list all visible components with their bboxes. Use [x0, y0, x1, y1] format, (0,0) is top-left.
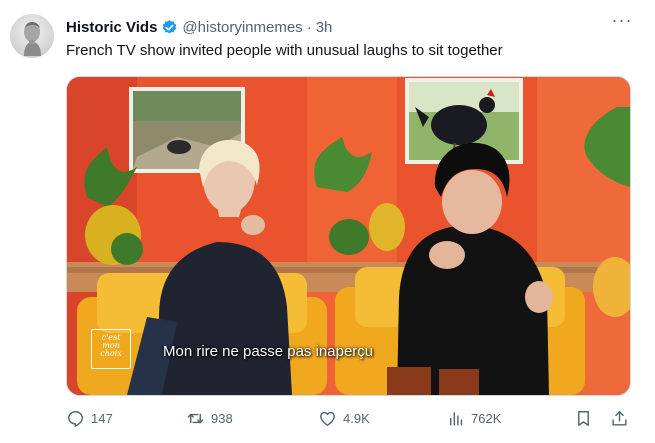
repost-count: 938	[211, 410, 233, 426]
more-options-icon[interactable]: ···	[611, 11, 633, 36]
reply-button[interactable]: 147	[66, 406, 113, 430]
bookmark-button[interactable]	[574, 406, 593, 430]
video-subtitle: Mon rire ne passe pas inaperçu	[163, 343, 374, 360]
display-name[interactable]: Historic Vids	[66, 19, 157, 36]
views-button[interactable]: 762K	[446, 406, 501, 430]
action-bar: 147 938 4.9K 762K	[66, 406, 632, 430]
handle[interactable]: @historyinmemes	[182, 19, 302, 36]
timestamp[interactable]: 3h	[316, 19, 333, 36]
verified-badge-icon	[161, 19, 178, 36]
reply-icon	[68, 410, 83, 427]
like-count: 4.9K	[343, 410, 370, 426]
repost-icon	[187, 413, 204, 423]
separator-dot: ·	[306, 18, 312, 36]
channel-logo: c'est mon choix	[91, 329, 131, 369]
avatar[interactable]	[10, 14, 54, 58]
share-button[interactable]	[610, 406, 629, 430]
bookmark-icon	[578, 410, 589, 426]
logo-line: choix	[100, 349, 122, 358]
heart-icon	[320, 411, 335, 426]
tweet-media-video[interactable]: c'est mon choix Mon rire ne passe pas in…	[66, 76, 631, 396]
tweet-header: Historic Vids @historyinmemes · 3h	[66, 16, 332, 38]
share-icon	[612, 410, 627, 426]
views-count: 762K	[471, 410, 502, 426]
reply-count: 147	[91, 410, 113, 426]
tweet: Historic Vids @historyinmemes · 3h ··· F…	[0, 0, 655, 443]
tweet-text: French TV show invited people with unusu…	[66, 42, 503, 59]
views-chart-icon	[450, 411, 463, 426]
like-button[interactable]: 4.9K	[318, 406, 370, 430]
repost-button[interactable]: 938	[186, 406, 233, 430]
